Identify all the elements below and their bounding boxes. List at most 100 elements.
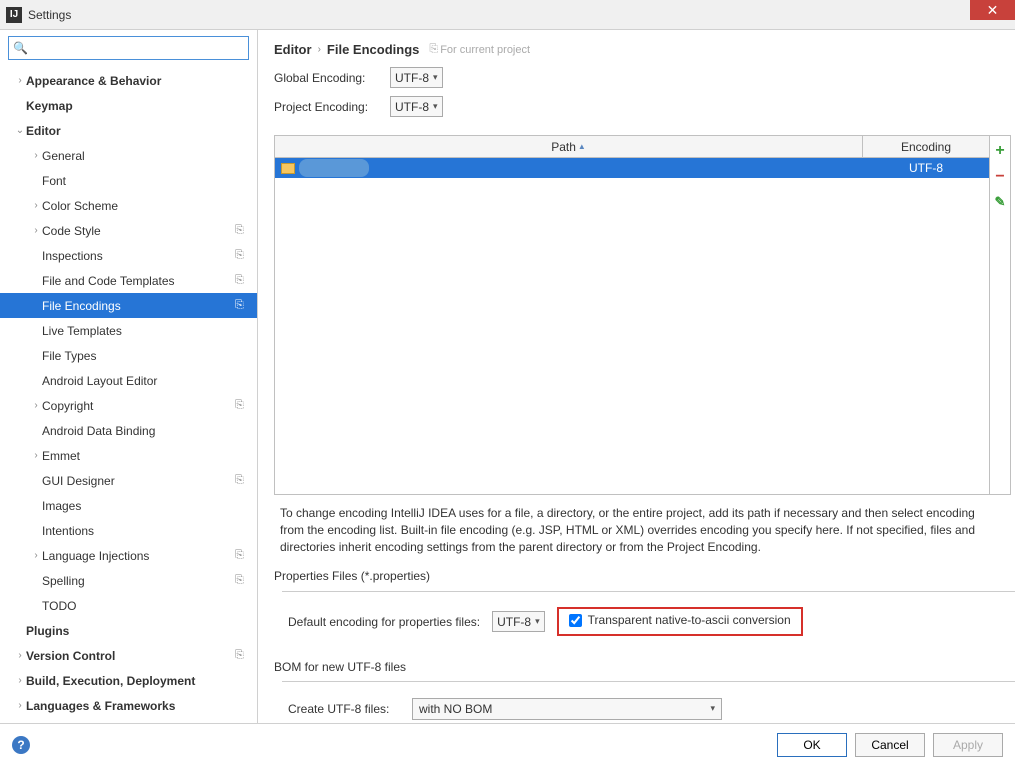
sidebar-item-color-scheme[interactable]: ›Color Scheme: [0, 193, 257, 218]
search-box[interactable]: 🔍: [8, 36, 249, 60]
sidebar-item-file-encodings[interactable]: File Encodings⎘: [0, 293, 257, 318]
sidebar-item-android-layout-editor[interactable]: Android Layout Editor: [0, 368, 257, 393]
sidebar-item-label: Inspections: [42, 249, 235, 263]
project-scope-icon: [235, 449, 249, 463]
chevron-icon: ›: [30, 400, 42, 411]
sidebar-item-general[interactable]: ›General: [0, 143, 257, 168]
sidebar-item-version-control[interactable]: ›Version Control⎘: [0, 643, 257, 668]
ok-button[interactable]: OK: [777, 733, 847, 757]
sidebar-item-label: Code Style: [42, 224, 235, 238]
sidebar-item-font[interactable]: Font: [0, 168, 257, 193]
sidebar-item-code-style[interactable]: ›Code Style⎘: [0, 218, 257, 243]
edit-button[interactable]: ✎: [995, 194, 1006, 210]
help-button[interactable]: ?: [12, 736, 30, 754]
chevron-icon: ›: [14, 675, 26, 686]
folder-icon: [281, 163, 295, 174]
project-scope-icon: [235, 349, 249, 363]
sidebar-item-label: Spelling: [42, 574, 235, 588]
sidebar-item-label: File Types: [42, 349, 235, 363]
sidebar-item-label: Emmet: [42, 449, 235, 463]
sidebar-item-gui-designer[interactable]: GUI Designer⎘: [0, 468, 257, 493]
chevron-down-icon: ▾: [710, 703, 715, 714]
project-scope-icon: [235, 99, 249, 113]
sidebar-item-keymap[interactable]: Keymap: [0, 93, 257, 118]
sidebar-item-label: Plugins: [26, 624, 235, 638]
project-scope-icon: ⎘: [235, 399, 249, 413]
sidebar-item-languages-frameworks[interactable]: ›Languages & Frameworks: [0, 693, 257, 718]
settings-tree: ›Appearance & Behavior Keymap ⌄Editor›Gene…: [0, 66, 257, 723]
project-scope-icon: [235, 199, 249, 213]
sidebar-item-spelling[interactable]: Spelling⎘: [0, 568, 257, 593]
table-row[interactable]: UTF-8: [275, 158, 989, 178]
project-encoding-label: Project Encoding:: [274, 100, 390, 114]
footer: ? OK Cancel Apply: [0, 723, 1015, 765]
project-scope-icon: [235, 424, 249, 438]
sidebar-item-label: Build, Execution, Deployment: [26, 674, 235, 688]
column-encoding[interactable]: Encoding: [863, 136, 989, 157]
apply-button[interactable]: Apply: [933, 733, 1003, 757]
sidebar-item-live-templates[interactable]: Live Templates: [0, 318, 257, 343]
project-scope-icon: ⎘: [429, 43, 438, 56]
sidebar-item-label: Keymap: [26, 99, 235, 113]
close-button[interactable]: ✕: [970, 0, 1015, 20]
encoding-table: Path ▲ Encoding UTF-8: [274, 135, 989, 495]
project-scope-icon: ⎘: [235, 549, 249, 563]
cancel-button[interactable]: Cancel: [855, 733, 925, 757]
project-scope-icon: ⎘: [235, 224, 249, 238]
sidebar-item-images[interactable]: Images: [0, 493, 257, 518]
sidebar-item-label: File and Code Templates: [42, 274, 235, 288]
transparent-native-ascii-checkbox[interactable]: [569, 614, 582, 627]
chevron-icon: ›: [30, 150, 42, 161]
add-button[interactable]: +: [995, 142, 1004, 160]
sidebar-item-label: Android Layout Editor: [42, 374, 235, 388]
create-utf8-select[interactable]: with NO BOM ▾: [412, 698, 722, 720]
sidebar-item-android-data-binding[interactable]: Android Data Binding: [0, 418, 257, 443]
sidebar-item-label: Copyright: [42, 399, 235, 413]
chevron-icon: ›: [14, 700, 26, 711]
project-scope-icon: [235, 699, 249, 713]
sidebar-item-build-execution-deployment[interactable]: ›Build, Execution, Deployment: [0, 668, 257, 693]
sidebar-item-plugins[interactable]: Plugins: [0, 618, 257, 643]
chevron-down-icon: ▾: [433, 101, 438, 112]
sidebar-item-todo[interactable]: TODO: [0, 593, 257, 618]
sidebar-item-language-injections[interactable]: ›Language Injections⎘: [0, 543, 257, 568]
sidebar-item-inspections[interactable]: Inspections⎘: [0, 243, 257, 268]
sidebar-item-file-types[interactable]: File Types: [0, 343, 257, 368]
sidebar-item-file-and-code-templates[interactable]: File and Code Templates⎘: [0, 268, 257, 293]
sidebar-item-label: Intentions: [42, 524, 235, 538]
sidebar-item-label: Version Control: [26, 649, 235, 663]
remove-button[interactable]: −: [995, 168, 1004, 186]
breadcrumb-file-encodings: File Encodings: [327, 42, 419, 57]
global-encoding-select[interactable]: UTF-8 ▾: [390, 67, 443, 88]
chevron-icon: ›: [14, 75, 26, 86]
sidebar-item-appearance-behavior[interactable]: ›Appearance & Behavior: [0, 68, 257, 93]
sidebar-item-editor[interactable]: ⌄Editor: [0, 118, 257, 143]
path-label: [299, 159, 369, 177]
search-input[interactable]: [30, 41, 244, 55]
app-icon: IJ: [6, 7, 22, 23]
create-utf8-label: Create UTF-8 files:: [288, 702, 402, 716]
sidebar-item-intentions[interactable]: Intentions: [0, 518, 257, 543]
project-scope-icon: [235, 324, 249, 338]
sidebar-item-label: Language Injections: [42, 549, 235, 563]
default-props-encoding-select[interactable]: UTF-8 ▾: [492, 611, 545, 632]
sidebar-item-copyright[interactable]: ›Copyright⎘: [0, 393, 257, 418]
window-title: Settings: [28, 8, 71, 22]
chevron-down-icon: ▾: [535, 616, 540, 627]
column-path[interactable]: Path ▲: [275, 136, 863, 157]
sidebar-item-emmet[interactable]: ›Emmet: [0, 443, 257, 468]
project-encoding-select[interactable]: UTF-8 ▾: [390, 96, 443, 117]
sort-asc-icon: ▲: [578, 142, 586, 151]
bom-group-title: BOM for new UTF-8 files: [274, 660, 999, 688]
sidebar-item-label: File Encodings: [42, 299, 235, 313]
sidebar-item-label: Color Scheme: [42, 199, 235, 213]
project-scope-icon: [235, 599, 249, 613]
project-scope-icon: [235, 124, 249, 138]
project-scope-icon: ⎘: [235, 649, 249, 663]
scope-badge: ⎘ For current project: [429, 43, 530, 56]
project-scope-icon: ⎘: [235, 274, 249, 288]
sidebar-item-label: TODO: [42, 599, 235, 613]
search-icon: 🔍: [13, 41, 28, 55]
sidebar-item-label: GUI Designer: [42, 474, 235, 488]
sidebar-item-label: Images: [42, 499, 235, 513]
